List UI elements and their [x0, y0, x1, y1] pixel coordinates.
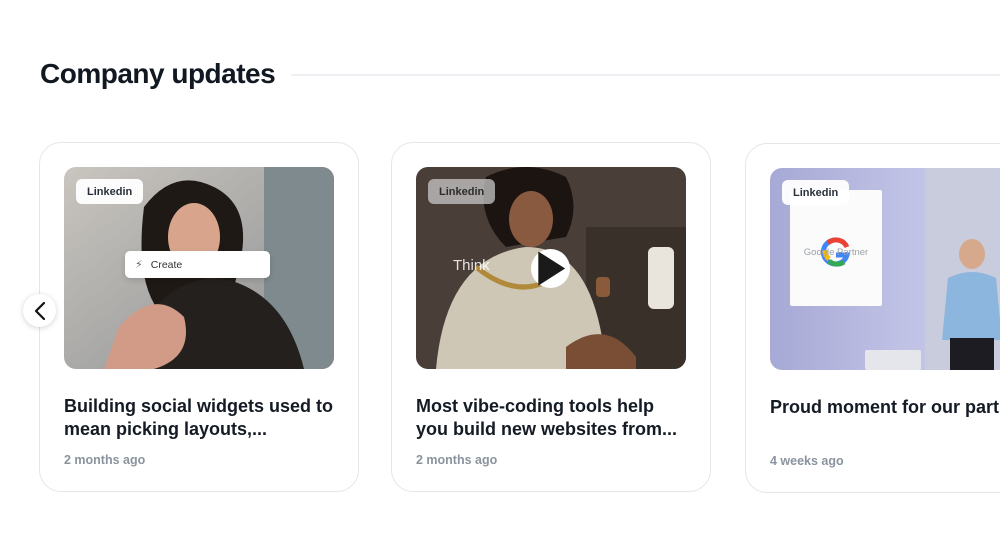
card-3-title[interactable]: Proud moment for our partners @Storm IMC…: [770, 396, 1000, 419]
card-2-video[interactable]: Linkedin Think: [416, 167, 686, 369]
card-3-image[interactable]: Google Partner Linkedin: [770, 168, 1000, 370]
card-1-timestamp: 2 months ago: [64, 453, 146, 467]
update-card-1[interactable]: Linkedin ⚡ Create Building social widget…: [39, 142, 359, 492]
google-partner-text: Google Partner: [803, 247, 869, 258]
card-1-image[interactable]: Linkedin ⚡ Create: [64, 167, 334, 369]
carousel-prev-button[interactable]: [23, 294, 56, 327]
play-icon: [538, 251, 566, 286]
google-partner-sign: Google Partner: [790, 190, 882, 306]
card-2-timestamp: 2 months ago: [416, 453, 498, 467]
lightning-icon: ⚡: [135, 259, 143, 271]
card-1-create-chip: ⚡ Create: [125, 251, 270, 278]
section-title: Company updates: [40, 58, 276, 89]
section-divider: [291, 74, 1000, 76]
play-button[interactable]: [531, 249, 570, 288]
card-3-timestamp: 4 weeks ago: [770, 454, 844, 468]
update-card-2[interactable]: Linkedin Think Most vibe-coding tools he…: [391, 142, 711, 492]
card-1-source-badge: Linkedin: [76, 179, 144, 204]
section-header: Company updates: [40, 58, 1000, 90]
update-card-3[interactable]: Google Partner Linkedin Proud moment for…: [745, 143, 1000, 493]
card-3-source-badge: Linkedin: [782, 180, 850, 205]
chevron-left-icon: [34, 301, 45, 320]
card-1-title[interactable]: Building social widgets used to mean pic…: [64, 395, 336, 441]
card-2-title[interactable]: Most vibe-coding tools help you build ne…: [416, 395, 688, 441]
card-2-overlay-text: Think: [453, 257, 490, 274]
card-2-source-badge: Linkedin: [428, 179, 496, 204]
company-updates-page: Company updates Linkedin ⚡ Create Buildi…: [0, 0, 1000, 560]
create-label: Create: [150, 258, 183, 271]
